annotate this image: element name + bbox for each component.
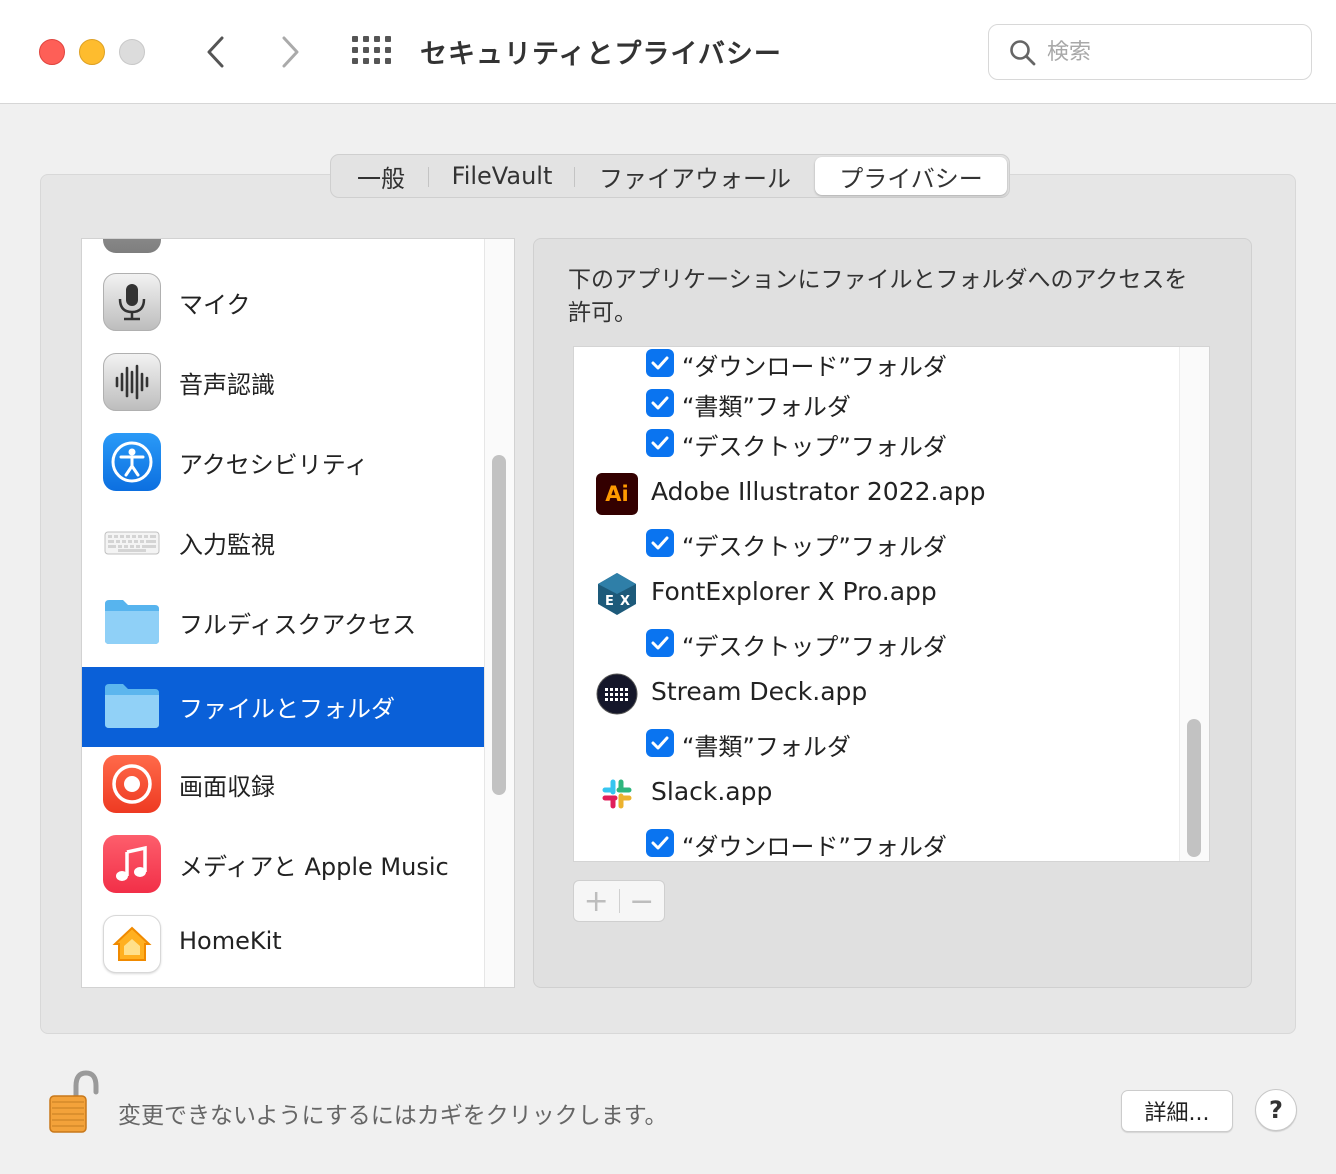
svg-text:X: X bbox=[620, 594, 630, 609]
permission-checkbox[interactable] bbox=[646, 389, 674, 417]
chevron-right-icon bbox=[282, 36, 299, 68]
tab-firewall[interactable]: ファイアウォール bbox=[575, 157, 815, 195]
minimize-window-button[interactable] bbox=[79, 39, 105, 65]
advanced-button[interactable]: 詳細... bbox=[1121, 1090, 1233, 1132]
app-list-scrollbar-thumb[interactable] bbox=[1187, 719, 1201, 857]
speech-recognition-icon bbox=[103, 353, 161, 411]
checkmark-icon bbox=[651, 636, 669, 650]
search-icon bbox=[1010, 40, 1036, 66]
folder-permission-label: “書類”フォルダ bbox=[682, 733, 851, 761]
window-title: セキュリティとプライバシー bbox=[420, 39, 782, 70]
window-titlebar: セキュリティとプライバシー bbox=[0, 0, 1336, 104]
chevron-left-icon bbox=[207, 36, 224, 68]
svg-text:E: E bbox=[605, 594, 614, 609]
adobe-illustrator-icon: Ai bbox=[596, 473, 638, 515]
sidebar-item-label: 入力監視 bbox=[179, 531, 275, 559]
checkmark-icon bbox=[651, 396, 669, 410]
sidebar-item-label: ファイルとフォルダ bbox=[179, 695, 395, 723]
permission-checkbox[interactable] bbox=[646, 529, 674, 557]
folder-icon bbox=[103, 593, 161, 651]
lock-instruction-text: 変更できないようにするにはカギをクリックします。 bbox=[118, 1103, 668, 1129]
search-input[interactable] bbox=[1047, 35, 1287, 69]
partial-list-item-icon bbox=[103, 239, 161, 253]
stream-deck-icon bbox=[596, 673, 638, 715]
keyboard-icon bbox=[103, 513, 161, 571]
checkmark-icon bbox=[651, 736, 669, 750]
app-name-label: Adobe Illustrator 2022.app bbox=[651, 477, 986, 506]
show-all-grid-icon[interactable] bbox=[352, 36, 392, 68]
sidebar-scrollbar-thumb[interactable] bbox=[492, 455, 506, 795]
music-icon bbox=[103, 835, 161, 893]
homekit-icon bbox=[103, 915, 161, 973]
tab-general[interactable]: 一般 bbox=[333, 157, 429, 195]
folder-permission-label: “デスクトップ”フォルダ bbox=[682, 533, 947, 561]
sidebar-item-screen-recording[interactable]: 画面収録 bbox=[82, 745, 485, 825]
help-button[interactable]: ? bbox=[1255, 1089, 1297, 1131]
permission-checkbox[interactable] bbox=[646, 429, 674, 457]
add-remove-control: + − bbox=[573, 880, 665, 922]
search-field[interactable] bbox=[988, 24, 1312, 80]
sidebar-item-microphone[interactable]: マイク bbox=[82, 263, 485, 343]
app-permission-list[interactable]: “ダウンロード”フォルダ “書類”フォルダ “デスクトップ”フォルダ Ai Ad… bbox=[573, 346, 1210, 862]
accessibility-icon bbox=[103, 433, 161, 491]
sidebar-item-label: 画面収録 bbox=[179, 773, 275, 801]
remove-app-button[interactable]: − bbox=[619, 881, 664, 921]
zoom-window-button[interactable] bbox=[119, 39, 145, 65]
sidebar-item-label: フルディスクアクセス bbox=[179, 611, 417, 639]
folder-permission-label: “デスクトップ”フォルダ bbox=[682, 633, 947, 661]
app-name-label: Slack.app bbox=[651, 777, 773, 806]
tab-bar: 一般 FileVault ファイアウォール プライバシー bbox=[330, 154, 1010, 198]
lock-icon[interactable] bbox=[46, 1068, 102, 1136]
screen-recording-icon bbox=[103, 755, 161, 813]
back-button[interactable] bbox=[196, 30, 236, 74]
folder-permission-label: “ダウンロード”フォルダ bbox=[682, 353, 947, 381]
folder-permission-label: “デスクトップ”フォルダ bbox=[682, 433, 947, 461]
add-app-button[interactable]: + bbox=[574, 881, 619, 921]
privacy-category-list[interactable]: マイク 音声認識 アクセシビリティ 入力監視 フルディスクアクセス ファイルとフ… bbox=[81, 238, 515, 988]
fontexplorer-icon: EX bbox=[596, 573, 638, 615]
folder-permission-label: “ダウンロード”フォルダ bbox=[682, 833, 947, 861]
permission-checkbox[interactable] bbox=[646, 829, 674, 857]
checkmark-icon bbox=[651, 836, 669, 850]
tab-privacy[interactable]: プライバシー bbox=[815, 157, 1007, 195]
app-name-label: FontExplorer X Pro.app bbox=[651, 577, 937, 606]
sidebar-item-label: アクセシビリティ bbox=[179, 451, 369, 479]
adobe-illustrator-icon-text: Ai bbox=[605, 482, 629, 506]
permission-checkbox[interactable] bbox=[646, 349, 674, 377]
sidebar-item-files-and-folders[interactable]: ファイルとフォルダ bbox=[82, 667, 485, 747]
sidebar-item-speech-recognition[interactable]: 音声認識 bbox=[82, 343, 485, 423]
sidebar-item-label: HomeKit bbox=[179, 927, 282, 955]
sidebar-item-label: メディアと Apple Music bbox=[179, 853, 449, 881]
slack-icon bbox=[596, 773, 638, 815]
checkmark-icon bbox=[651, 356, 669, 370]
folder-icon bbox=[103, 677, 161, 735]
sidebar-item-homekit[interactable]: HomeKit bbox=[82, 905, 485, 985]
checkmark-icon bbox=[651, 436, 669, 450]
permission-checkbox[interactable] bbox=[646, 729, 674, 757]
sidebar-item-input-monitoring[interactable]: 入力監視 bbox=[82, 503, 485, 583]
sidebar-item-label: マイク bbox=[179, 291, 251, 319]
microphone-icon bbox=[103, 273, 161, 331]
close-window-button[interactable] bbox=[39, 39, 65, 65]
app-name-label: Stream Deck.app bbox=[651, 677, 868, 706]
sidebar-item-full-disk-access[interactable]: フルディスクアクセス bbox=[82, 583, 485, 663]
sidebar-item-media-apple-music[interactable]: メディアと Apple Music bbox=[82, 825, 485, 905]
sidebar-item-label: 音声認識 bbox=[179, 371, 275, 399]
forward-button[interactable] bbox=[270, 30, 310, 74]
tab-filevault[interactable]: FileVault bbox=[429, 157, 575, 195]
checkmark-icon bbox=[651, 536, 669, 550]
sidebar-item-accessibility[interactable]: アクセシビリティ bbox=[82, 423, 485, 503]
panel-description: 下のアプリケーションにファイルとフォルダへのアクセスを許可。 bbox=[568, 267, 1188, 326]
permission-checkbox[interactable] bbox=[646, 629, 674, 657]
folder-permission-label: “書類”フォルダ bbox=[682, 393, 851, 421]
